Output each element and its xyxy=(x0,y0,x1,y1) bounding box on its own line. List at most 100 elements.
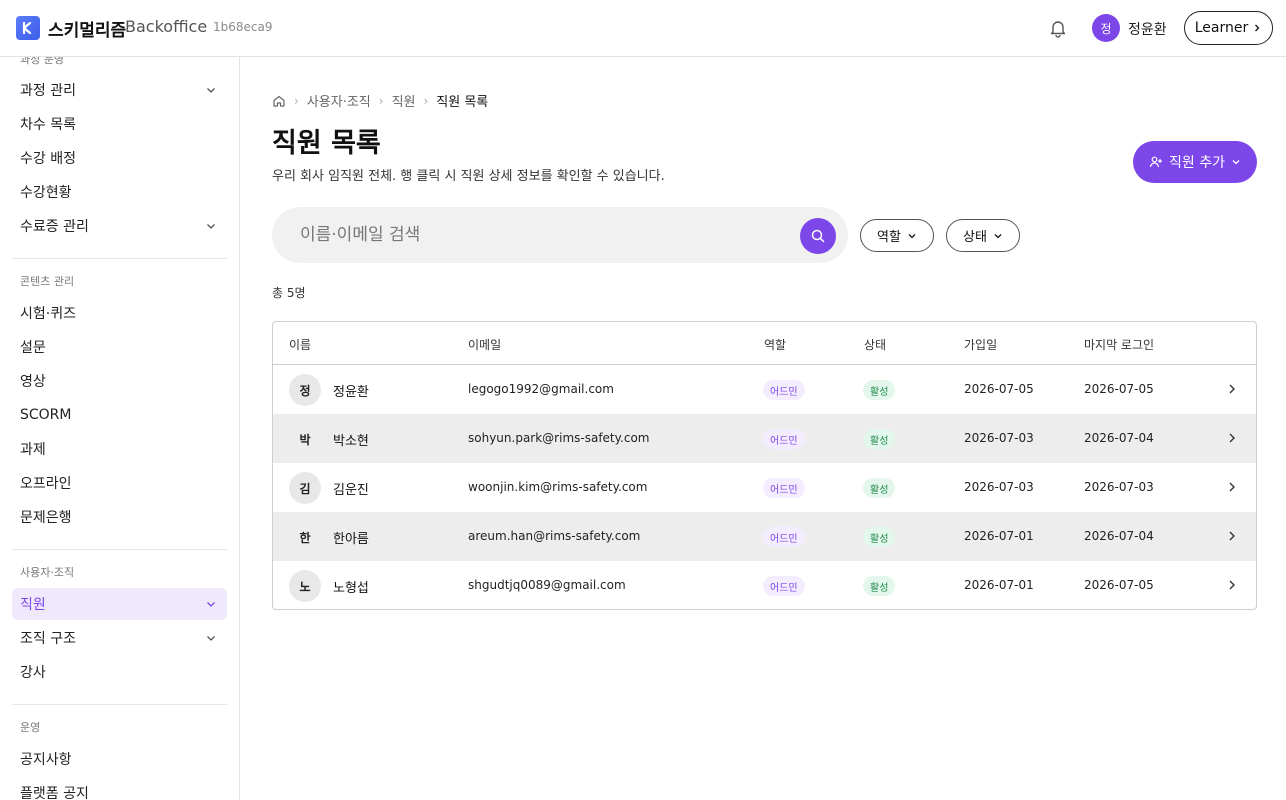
search-button[interactable] xyxy=(800,218,836,254)
role-filter-label: 역할 xyxy=(877,230,901,245)
chevron-right-icon: › xyxy=(423,93,429,108)
column-header-joined[interactable]: 가입일 xyxy=(964,336,997,353)
status-filter[interactable]: 상태 xyxy=(946,219,1020,252)
employee-name: 한아름 xyxy=(333,532,369,547)
column-header-name[interactable]: 이름 xyxy=(289,336,311,353)
sidebar-item-question-bank[interactable]: 문제은행 xyxy=(12,501,227,533)
sidebar-item-label: 공지사항 xyxy=(20,752,72,768)
sidebar-item-label: 수강현황 xyxy=(20,185,72,201)
bell-icon[interactable] xyxy=(1048,18,1068,38)
chevron-down-icon xyxy=(994,233,1002,238)
sidebar-item-org-structure[interactable]: 조직 구조 xyxy=(12,622,227,654)
chevron-right-icon xyxy=(1229,580,1235,590)
chevron-right-icon xyxy=(1229,384,1235,394)
sidebar-item-label: 강사 xyxy=(20,665,46,681)
chevron-down-icon xyxy=(908,233,916,238)
page-description: 우리 회사 임직원 전체. 행 클릭 시 직원 상세 정보를 확인할 수 있습니… xyxy=(272,169,665,184)
employee-email: sohyun.park@rims-safety.com xyxy=(468,431,650,445)
user-name[interactable]: 정윤환 xyxy=(1128,19,1167,39)
role-filter[interactable]: 역할 xyxy=(860,219,934,252)
avatar: 박 xyxy=(299,432,311,447)
table-header: 이름 이메일 역할 상태 가입일 마지막 로그인 xyxy=(273,322,1256,365)
sidebar-item-scorm[interactable]: SCORM xyxy=(12,399,227,431)
sidebar-item-label: 수료증 관리 xyxy=(20,219,89,235)
search-input[interactable] xyxy=(300,223,780,247)
sidebar-item-certificates[interactable]: 수료증 관리 xyxy=(12,210,227,242)
sidebar-item-employees[interactable]: 직원 xyxy=(12,588,227,620)
learner-button-label: Learner xyxy=(1194,20,1249,36)
logo-icon[interactable] xyxy=(16,16,40,40)
search-bar xyxy=(272,207,848,263)
sidebar-item-enrollment-assign[interactable]: 수강 배정 xyxy=(12,142,227,174)
learner-button[interactable]: Learner xyxy=(1184,11,1273,45)
chevron-right-icon xyxy=(1255,24,1260,32)
sidebar-section-label: 사용자·조직 xyxy=(20,566,75,579)
employee-email: areum.han@rims-safety.com xyxy=(468,529,641,543)
employee-email: legogo1992@gmail.com xyxy=(468,382,614,396)
sidebar-item-offline[interactable]: 오프라인 xyxy=(12,467,227,499)
sidebar-item-surveys[interactable]: 설문 xyxy=(12,331,227,363)
breadcrumb: › 사용자·조직 › 직원 › 직원 목록 xyxy=(272,91,488,110)
chevron-right-icon: › xyxy=(294,93,299,108)
column-header-email[interactable]: 이메일 xyxy=(468,336,501,353)
role-badge: 어드민 xyxy=(763,478,805,498)
sidebar-item-notices[interactable]: 공지사항 xyxy=(12,743,227,775)
sidebar-item-label: 플랫폼 공지 xyxy=(20,786,89,800)
employee-name: 박소현 xyxy=(333,434,369,449)
sidebar-divider xyxy=(12,549,227,550)
sidebar: 과정 운영 과정 관리 차수 목록 수강 배정 수강현황 수료증 관리 콘텐츠 … xyxy=(0,57,240,800)
sidebar-item-course-management[interactable]: 과정 관리 xyxy=(12,74,227,106)
role-badge: 어드민 xyxy=(763,380,805,400)
main-content: › 사용자·조직 › 직원 › 직원 목록 직원 목록 우리 회사 임직원 전체… xyxy=(240,57,1286,800)
user-avatar[interactable]: 정 xyxy=(1092,14,1120,42)
sidebar-section-label: 과정 운영 xyxy=(20,57,64,66)
sidebar-item-session-list[interactable]: 차수 목록 xyxy=(12,108,227,140)
table-row[interactable]: 박 박소현 sohyun.park@rims-safety.com 어드민 활성… xyxy=(273,414,1256,463)
avatar: 한 xyxy=(299,530,311,545)
sidebar-item-label: 설문 xyxy=(20,340,46,356)
chevron-down-icon xyxy=(1232,160,1240,165)
employee-name: 김운진 xyxy=(333,483,369,498)
chevron-down-icon xyxy=(207,224,215,229)
breadcrumb-item[interactable]: 직원 xyxy=(392,91,416,110)
sidebar-item-platform-notices[interactable]: 플랫폼 공지 xyxy=(12,777,227,800)
sidebar-section-label: 콘텐츠 관리 xyxy=(20,275,75,288)
last-login-date: 2026-07-05 xyxy=(1084,382,1154,396)
sidebar-item-exams[interactable]: 시험·퀴즈 xyxy=(12,297,227,329)
last-login-date: 2026-07-04 xyxy=(1084,431,1154,445)
breadcrumb-item[interactable]: 사용자·조직 xyxy=(307,91,371,110)
column-header-last-login[interactable]: 마지막 로그인 xyxy=(1084,336,1154,353)
table-row[interactable]: 정 정윤환 legogo1992@gmail.com 어드민 활성 2026-0… xyxy=(273,365,1256,414)
sidebar-item-label: 수강 배정 xyxy=(20,151,76,167)
avatar: 정 xyxy=(289,374,321,406)
home-icon[interactable] xyxy=(272,94,286,108)
table-row[interactable]: 김 김운진 woonjin.kim@rims-safety.com 어드민 활성… xyxy=(273,463,1256,512)
avatar: 노 xyxy=(289,570,321,602)
sidebar-item-label: 과제 xyxy=(20,442,46,458)
status-badge: 활성 xyxy=(863,478,896,498)
sidebar-item-label: 직원 xyxy=(20,597,46,613)
search-icon xyxy=(811,229,825,243)
table-row[interactable]: 한 한아름 areum.han@rims-safety.com 어드민 활성 2… xyxy=(273,512,1256,561)
chevron-right-icon xyxy=(1229,531,1235,541)
joined-date: 2026-07-05 xyxy=(964,382,1034,396)
column-header-role[interactable]: 역할 xyxy=(764,336,786,353)
status-filter-label: 상태 xyxy=(963,230,987,245)
sidebar-item-label: 차수 목록 xyxy=(20,117,76,133)
status-badge: 활성 xyxy=(863,576,896,596)
user-plus-icon xyxy=(1149,156,1162,168)
add-employee-label: 직원 추가 xyxy=(1169,155,1225,171)
sidebar-item-assignments[interactable]: 과제 xyxy=(12,433,227,465)
chevron-down-icon xyxy=(207,636,215,641)
sidebar-item-enrollment-status[interactable]: 수강현황 xyxy=(12,176,227,208)
sidebar-item-label: 조직 구조 xyxy=(20,631,76,647)
last-login-date: 2026-07-03 xyxy=(1084,480,1154,494)
sidebar-item-instructors[interactable]: 강사 xyxy=(12,656,227,688)
add-employee-button[interactable]: 직원 추가 xyxy=(1133,141,1257,183)
sidebar-section-label: 운영 xyxy=(20,721,41,734)
table-row[interactable]: 노 노형섭 shgudtjq0089@gmail.com 어드민 활성 2026… xyxy=(273,561,1256,609)
status-badge: 활성 xyxy=(863,527,896,547)
sidebar-item-videos[interactable]: 영상 xyxy=(12,365,227,397)
column-header-status[interactable]: 상태 xyxy=(864,336,886,353)
employee-name: 노형섭 xyxy=(333,581,369,596)
